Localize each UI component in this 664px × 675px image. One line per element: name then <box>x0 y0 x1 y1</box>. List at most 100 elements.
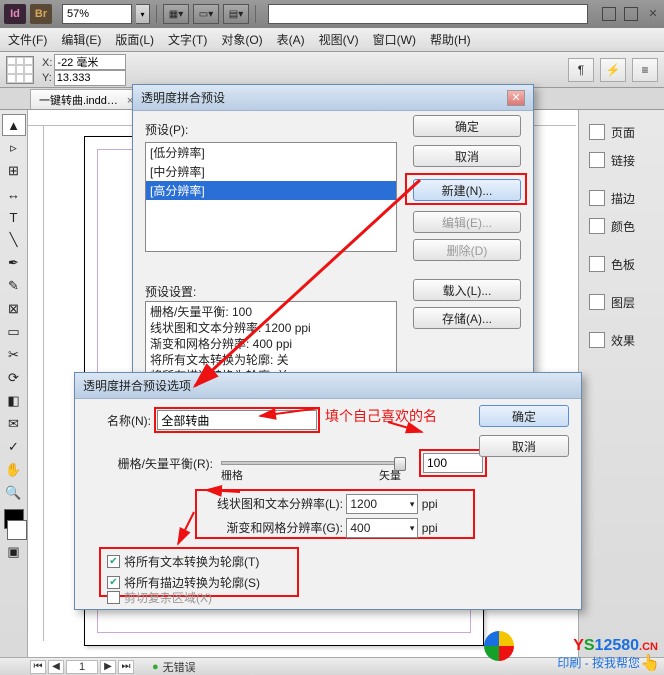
dialog2-title: 透明度拼合预设选项 <box>83 377 191 394</box>
tools-panel: ▲ ▹ ⊞ ↔ T ╲ ✒ ✎ ⊠ ▭ ✂ ⟳ ◧ ✉ ✓ ✋ 🔍 ▣ <box>0 110 28 657</box>
line-tool-icon[interactable]: ╲ <box>2 229 26 251</box>
res2-label: 渐变和网格分辨率(G): <box>203 519 343 536</box>
preset-item-low[interactable]: [低分辨率] <box>146 143 396 162</box>
document-tab-label: 一键转曲.indd… <box>39 95 118 107</box>
menu-help[interactable]: 帮助(H) <box>430 31 471 48</box>
x-input[interactable] <box>54 54 126 70</box>
load-button[interactable]: 载入(L)... <box>413 279 521 301</box>
pen-tool-icon[interactable]: ✒ <box>2 252 26 274</box>
x-label: X: <box>42 57 52 69</box>
annotation-text: 填个自己喜欢的名 <box>325 406 437 426</box>
page-number[interactable]: 1 <box>66 660 98 674</box>
menu-window[interactable]: 窗口(W) <box>373 31 416 48</box>
dialog2-titlebar[interactable]: 透明度拼合预设选项 <box>75 373 581 399</box>
panel-menu-icon[interactable]: ≡ <box>632 58 658 82</box>
name-label: 名称(N): <box>93 412 151 429</box>
eyedropper-tool-icon[interactable]: ✓ <box>2 436 26 458</box>
transform-tool-icon[interactable]: ⟳ <box>2 367 26 389</box>
rectangle-frame-tool-icon[interactable]: ⊠ <box>2 298 26 320</box>
prev-page-icon[interactable]: ◀ <box>48 660 64 674</box>
dlg2-cancel-button[interactable]: 取消 <box>479 435 569 457</box>
edit-button: 编辑(E)... <box>413 211 521 233</box>
flatten-options-dialog: 透明度拼合预设选项 名称(N): 填个自己喜欢的名 栅格/矢量平衡(R): 栅格… <box>74 372 582 610</box>
preset-item-high[interactable]: [高分辨率] <box>146 181 396 200</box>
control-bar: X: Y: ¶ ⚡ ≡ <box>0 52 664 88</box>
panel-color[interactable]: 颜色 <box>579 212 664 240</box>
maximize-icon[interactable] <box>624 7 638 21</box>
zoom-tool-icon[interactable]: 🔍 <box>2 482 26 504</box>
new-button[interactable]: 新建(N)... <box>413 179 521 201</box>
y-label: Y: <box>42 72 52 84</box>
direct-select-tool-icon[interactable]: ▹ <box>2 137 26 159</box>
menu-edit[interactable]: 编辑(E) <box>61 31 101 48</box>
menu-type[interactable]: 文字(T) <box>168 31 207 48</box>
menu-table[interactable]: 表(A) <box>277 31 305 48</box>
document-tab[interactable]: 一键转曲.indd… × <box>30 89 142 109</box>
menu-view[interactable]: 视图(V) <box>319 31 359 48</box>
balance-label: 栅格/矢量平衡(R): <box>93 455 213 472</box>
swatches-icon <box>589 256 605 272</box>
watermark-subtitle: 印刷 - 按我帮您 <box>557 654 640 671</box>
preset-item-med[interactable]: [中分辨率] <box>146 162 396 181</box>
next-page-icon[interactable]: ▶ <box>100 660 116 674</box>
panel-pages[interactable]: 页面 <box>579 118 664 146</box>
dlg2-ok-button[interactable]: 确定 <box>479 405 569 427</box>
save-button[interactable]: 存储(A)... <box>413 307 521 329</box>
last-page-icon[interactable]: ⏭ <box>118 660 134 674</box>
stroke-swatch-icon[interactable] <box>7 520 27 540</box>
first-page-icon[interactable]: ⏮ <box>30 660 46 674</box>
close-icon[interactable]: ✕ <box>646 7 660 21</box>
view-mode-icon[interactable]: ▣ <box>2 541 26 563</box>
balance-slider[interactable] <box>221 461 401 465</box>
panel-effects[interactable]: 效果 <box>579 326 664 354</box>
res2-dropdown[interactable]: 400▾ <box>346 518 418 538</box>
res1-label: 线状图和文本分辨率(L): <box>203 495 343 512</box>
selection-tool-icon[interactable]: ▲ <box>2 114 26 136</box>
zoom-level[interactable]: 57% <box>62 4 132 24</box>
ok-button[interactable]: 确定 <box>413 115 521 137</box>
right-panel-dock: 页面 链接 描边 颜色 色板 图层 效果 <box>578 110 664 657</box>
reference-point-grid[interactable] <box>6 56 34 84</box>
menu-layout[interactable]: 版面(L) <box>115 31 154 48</box>
panel-layers[interactable]: 图层 <box>579 288 664 316</box>
menu-file[interactable]: 文件(F) <box>8 31 47 48</box>
delete-button: 删除(D) <box>413 239 521 261</box>
view-options-icon[interactable]: ▦▾ <box>163 4 189 24</box>
chk-clip-complex: ✔剪切复杂区域(X) <box>103 587 216 608</box>
hand-tool-icon[interactable]: ✋ <box>2 459 26 481</box>
y-input[interactable] <box>54 70 126 86</box>
scissors-tool-icon[interactable]: ✂ <box>2 344 26 366</box>
type-tool-icon[interactable]: T <box>2 206 26 228</box>
gradient-tool-icon[interactable]: ◧ <box>2 390 26 412</box>
color-icon <box>589 218 605 234</box>
hand-cursor-icon: 👆 <box>640 653 660 673</box>
pencil-tool-icon[interactable]: ✎ <box>2 275 26 297</box>
menu-object[interactable]: 对象(O) <box>221 31 262 48</box>
note-tool-icon[interactable]: ✉ <box>2 413 26 435</box>
rectangle-tool-icon[interactable]: ▭ <box>2 321 26 343</box>
page-tool-icon[interactable]: ⊞ <box>2 160 26 182</box>
balance-input[interactable] <box>423 453 483 473</box>
gap-tool-icon[interactable]: ↔ <box>2 183 26 205</box>
quick-apply-icon[interactable]: ⚡ <box>600 58 626 82</box>
panel-stroke[interactable]: 描边 <box>579 184 664 212</box>
minimize-icon[interactable] <box>602 7 616 21</box>
screen-mode-icon[interactable]: ▭▾ <box>193 4 219 24</box>
search-input[interactable] <box>268 4 588 24</box>
zoom-dropdown-icon[interactable]: ▾ <box>136 4 150 24</box>
paragraph-icon[interactable]: ¶ <box>568 58 594 82</box>
dialog1-title: 透明度拼合预设 <box>141 89 225 106</box>
chk-text-outlines[interactable]: ✔将所有文本转换为轮廓(T) <box>103 551 295 572</box>
preflight-status: 无错误 <box>163 659 196 675</box>
name-input[interactable] <box>157 410 317 430</box>
panel-swatches[interactable]: 色板 <box>579 250 664 278</box>
vertical-ruler <box>28 126 44 641</box>
panel-links[interactable]: 链接 <box>579 146 664 174</box>
watermark-logo-icon <box>484 631 514 661</box>
res1-dropdown[interactable]: 1200▾ <box>346 494 418 514</box>
dialog1-titlebar[interactable]: 透明度拼合预设 ✕ <box>133 85 533 111</box>
cancel-button[interactable]: 取消 <box>413 145 521 167</box>
dialog1-close-icon[interactable]: ✕ <box>507 90 525 106</box>
arrange-docs-icon[interactable]: ▤▾ <box>223 4 249 24</box>
presets-listbox[interactable]: [低分辨率] [中分辨率] [高分辨率] <box>145 142 397 252</box>
